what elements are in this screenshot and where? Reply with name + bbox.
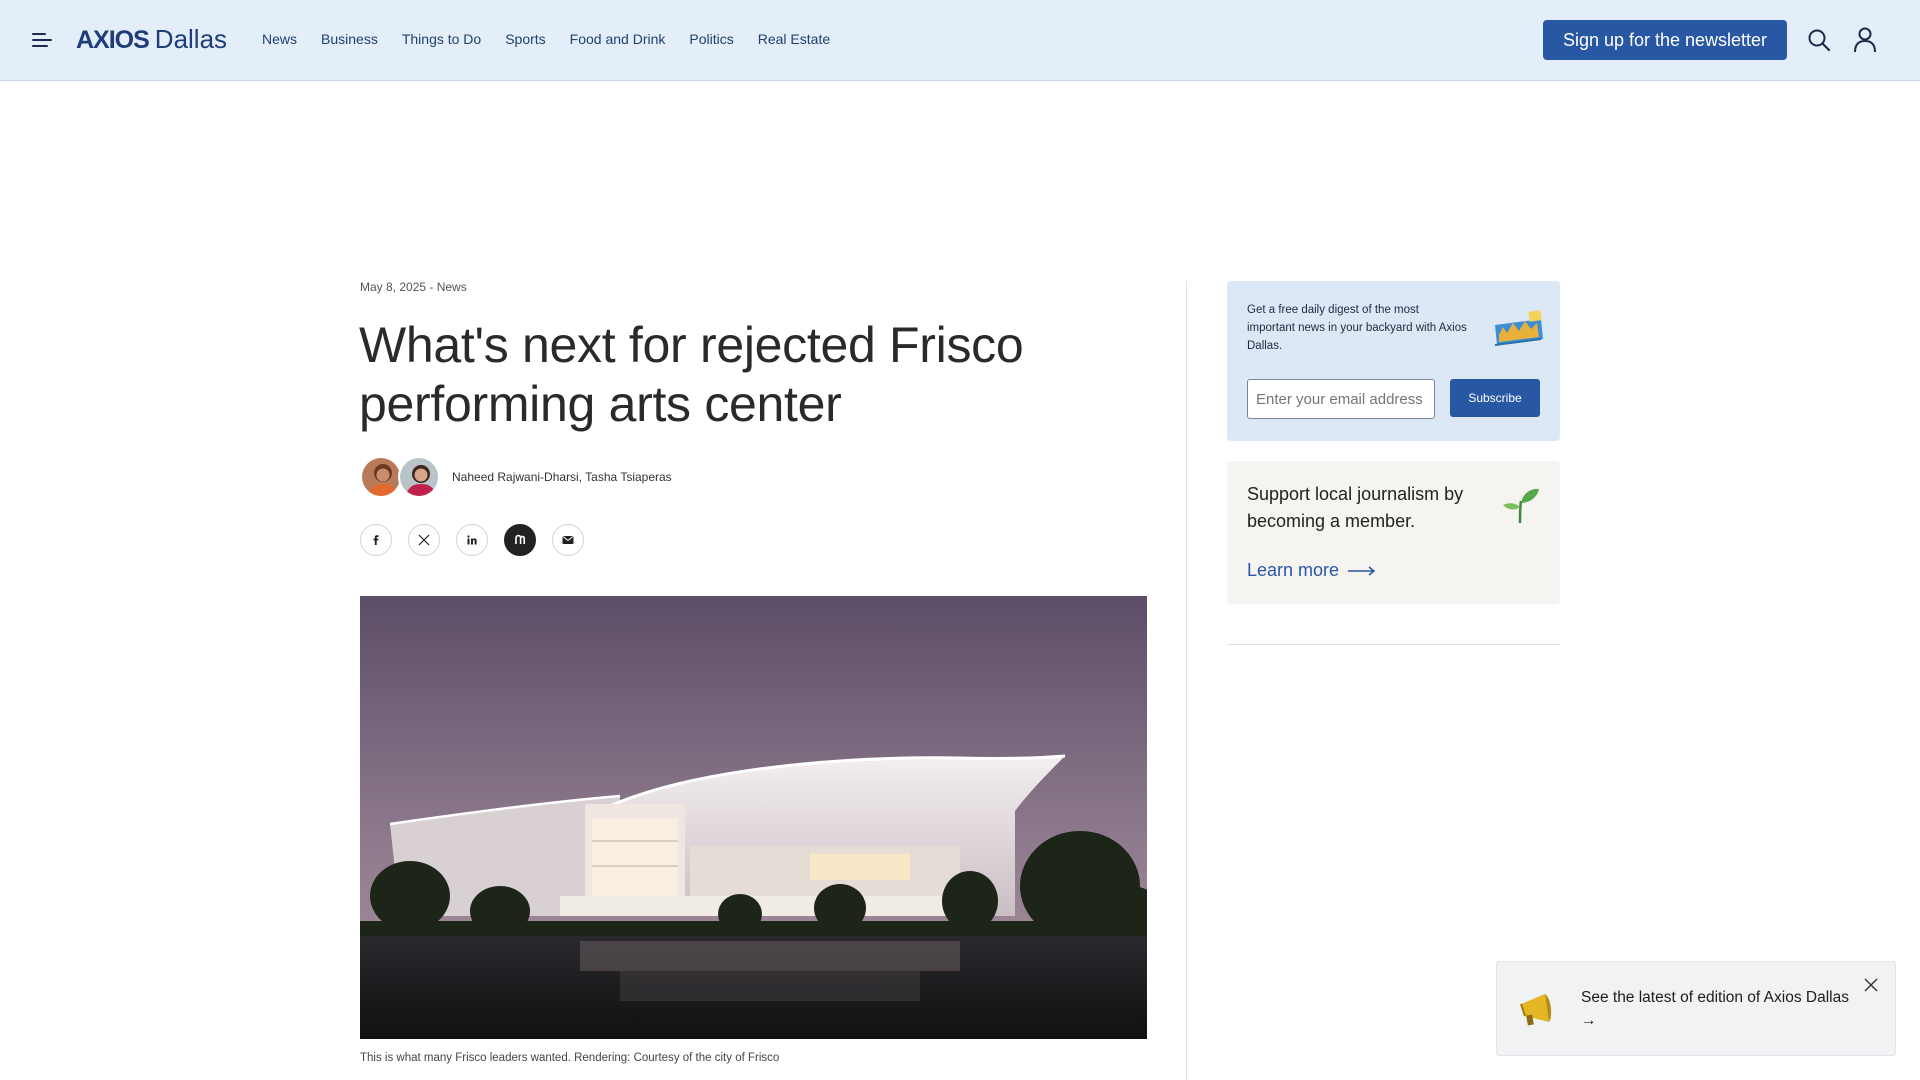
arrow-right-icon [1348,565,1376,576]
column-divider [1186,281,1187,1080]
nav-sports[interactable]: Sports [505,31,545,47]
article-byline[interactable]: Naheed Rajwani-Dharsi, Tasha Tsiaperas [452,470,672,484]
article-meta: May 8, 2025 - News [360,280,467,294]
user-icon[interactable] [1853,27,1877,53]
author-avatars [360,456,442,498]
nav-food-and-drink[interactable]: Food and Drink [570,31,666,47]
logo-brand: AXIOS [76,26,150,54]
article-title: What's next for rejected Frisco performi… [359,317,1024,432]
nav-news[interactable]: News [262,31,297,47]
menu-icon[interactable] [32,30,54,50]
close-icon[interactable] [1862,976,1880,994]
membership-text: Support local journalism by becoming a m… [1247,484,1464,531]
avatar[interactable] [360,456,402,498]
search-icon[interactable] [1807,28,1831,52]
newsletter-box: Get a free daily digest of the most impo… [1227,281,1560,441]
nav-real-estate[interactable]: Real Estate [758,31,830,47]
email-icon[interactable] [552,524,584,556]
sidebar-divider [1227,644,1560,645]
learn-more-link[interactable]: Learn more [1247,560,1377,581]
subscribe-button[interactable]: Subscribe [1450,379,1540,417]
x-icon[interactable] [408,524,440,556]
sprout-icon [1503,488,1539,524]
linkedin-icon[interactable] [456,524,488,556]
share-bar [360,524,600,556]
site-header: AXIOS Dallas News Business Things to Do … [0,0,1920,81]
latest-edition-link[interactable]: See the latest of edition of Axios Dalla… [1581,986,1851,1032]
learn-more-label: Learn more [1247,560,1340,580]
nav-things-to-do[interactable]: Things to Do [402,31,481,47]
newsletter-illustration [1494,310,1543,346]
main-nav: News Business Things to Do Sports Food a… [262,31,854,47]
email-input[interactable] [1247,379,1435,419]
latest-edition-toast: See the latest of edition of Axios Dalla… [1496,961,1896,1056]
membership-box: Support local journalism by becoming a m… [1227,461,1560,604]
image-caption: This is what many Frisco leaders wanted.… [360,1052,780,1064]
logo-city: Dallas [154,24,228,54]
nav-business[interactable]: Business [321,31,378,47]
nav-politics[interactable]: Politics [689,31,733,47]
newsletter-text: Get a free daily digest of the most impo… [1247,304,1467,352]
newsletter-signup-button[interactable]: Sign up for the newsletter [1543,20,1787,60]
hero-image [360,596,1147,1039]
megaphone-icon [1520,994,1552,1026]
facebook-icon[interactable] [360,524,392,556]
avatar[interactable] [398,456,440,498]
site-logo[interactable]: AXIOS Dallas [76,24,227,56]
newsletter-icon[interactable] [504,524,536,556]
